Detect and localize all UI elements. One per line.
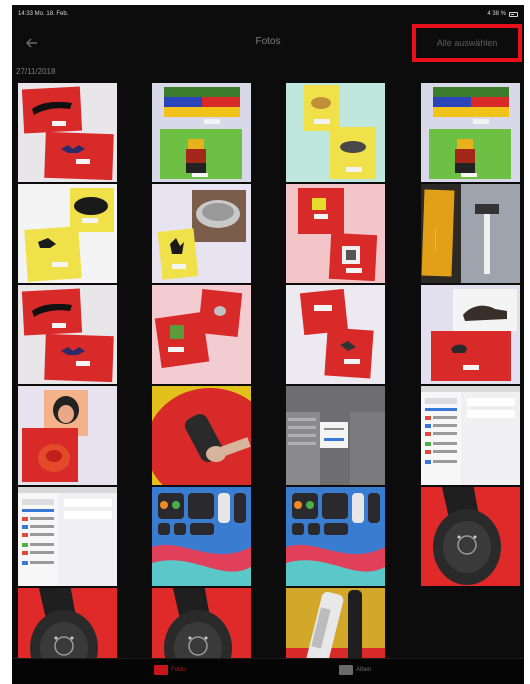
tab-fotos-label: Fotos: [171, 667, 187, 673]
photo-thumbnail-image: [18, 386, 117, 485]
photo-thumbnail-image: [152, 285, 251, 384]
photo-lego-figure-2[interactable]: [421, 83, 520, 182]
photo-red-button-hand[interactable]: [152, 386, 251, 485]
photo-red-cards-pink-2[interactable]: [152, 285, 251, 384]
photos-icon: [154, 665, 168, 675]
tab-fotos[interactable]: Fotos: [154, 665, 186, 675]
photo-thumbnail-image: [421, 83, 520, 182]
photo-thumbnail-image: [152, 487, 251, 586]
photo-lego-figure[interactable]: [152, 83, 251, 182]
photo-thumbnail-image: [152, 588, 251, 658]
status-time: 14:33 Mo. 18. Feb.: [18, 11, 69, 17]
photo-thumbnail-image: [286, 386, 385, 485]
photo-thumbnail-image: [18, 487, 117, 586]
photo-red-cards-grid[interactable]: [286, 285, 385, 384]
photo-grid: ········: [12, 83, 524, 658]
photo-ipad-control-center-2[interactable]: [286, 487, 385, 586]
photo-face-button[interactable]: [18, 386, 117, 485]
photo-thumbnail-image: [286, 285, 385, 384]
photo-thumbnail-image: [421, 386, 520, 485]
photo-remote-red[interactable]: [18, 588, 117, 658]
photo-yellow-cards-mint[interactable]: [286, 83, 385, 182]
photo-shoe-cards[interactable]: [421, 285, 520, 384]
battery-icon: [509, 11, 518, 17]
tab-alben-label: Alben: [356, 667, 372, 673]
photo-remote-red-2[interactable]: [152, 588, 251, 658]
photo-red-cards-pencil[interactable]: [18, 83, 117, 182]
ipad-screen: 14:33 Mo. 18. Feb. 4 38 % Fotos Alle aus…: [12, 5, 524, 684]
photo-thumbnail-image: [18, 184, 117, 283]
battery-percentage: 4 38 %: [487, 11, 506, 17]
photo-thumbnail-image: [152, 386, 251, 485]
photo-hammer-card[interactable]: ········: [421, 184, 520, 283]
photo-thumbnail-image: [286, 588, 385, 658]
photo-thumbnail-image: [421, 285, 520, 384]
photo-ipad-settings[interactable]: [421, 386, 520, 485]
photo-remote-closeup[interactable]: [421, 487, 520, 586]
tab-bar: Fotos Alben: [12, 658, 524, 684]
photo-white-device[interactable]: [286, 588, 385, 658]
photo-red-cards-pink[interactable]: [286, 184, 385, 283]
photo-ipad-control-center[interactable]: [152, 487, 251, 586]
select-all-button[interactable]: Alle auswählen: [414, 28, 520, 58]
photo-thumbnail-image: [152, 83, 251, 182]
navigation-bar: Fotos Alle auswählen: [12, 23, 524, 63]
status-right: 4 38 %: [487, 11, 518, 17]
photo-thumbnail-image: ········: [421, 184, 520, 283]
albums-icon: [339, 665, 353, 675]
photo-thumbnail-image: [286, 184, 385, 283]
photo-thumbnail-image: [421, 487, 520, 586]
photo-ipad-settings-2[interactable]: [18, 487, 117, 586]
photo-thumbnail-image: [152, 184, 251, 283]
photo-thumbnail-image: [18, 588, 117, 658]
photo-thumbnail-image: [286, 83, 385, 182]
status-bar: 14:33 Mo. 18. Feb. 4 38 %: [12, 5, 524, 23]
svg-text:········: ········: [431, 229, 440, 250]
photo-yellow-cards-black[interactable]: [18, 184, 117, 283]
photo-thumbnail-image: [18, 285, 117, 384]
photo-thumbnail-image: [18, 83, 117, 182]
photo-bowl-yellow-card[interactable]: [152, 184, 251, 283]
section-date-header: 27/11/2018: [16, 67, 56, 76]
photo-red-cards-pencil-2[interactable]: [18, 285, 117, 384]
photo-ipad-settings-dialog[interactable]: [286, 386, 385, 485]
photo-thumbnail-image: [286, 487, 385, 586]
tab-alben[interactable]: Alben: [339, 665, 371, 675]
